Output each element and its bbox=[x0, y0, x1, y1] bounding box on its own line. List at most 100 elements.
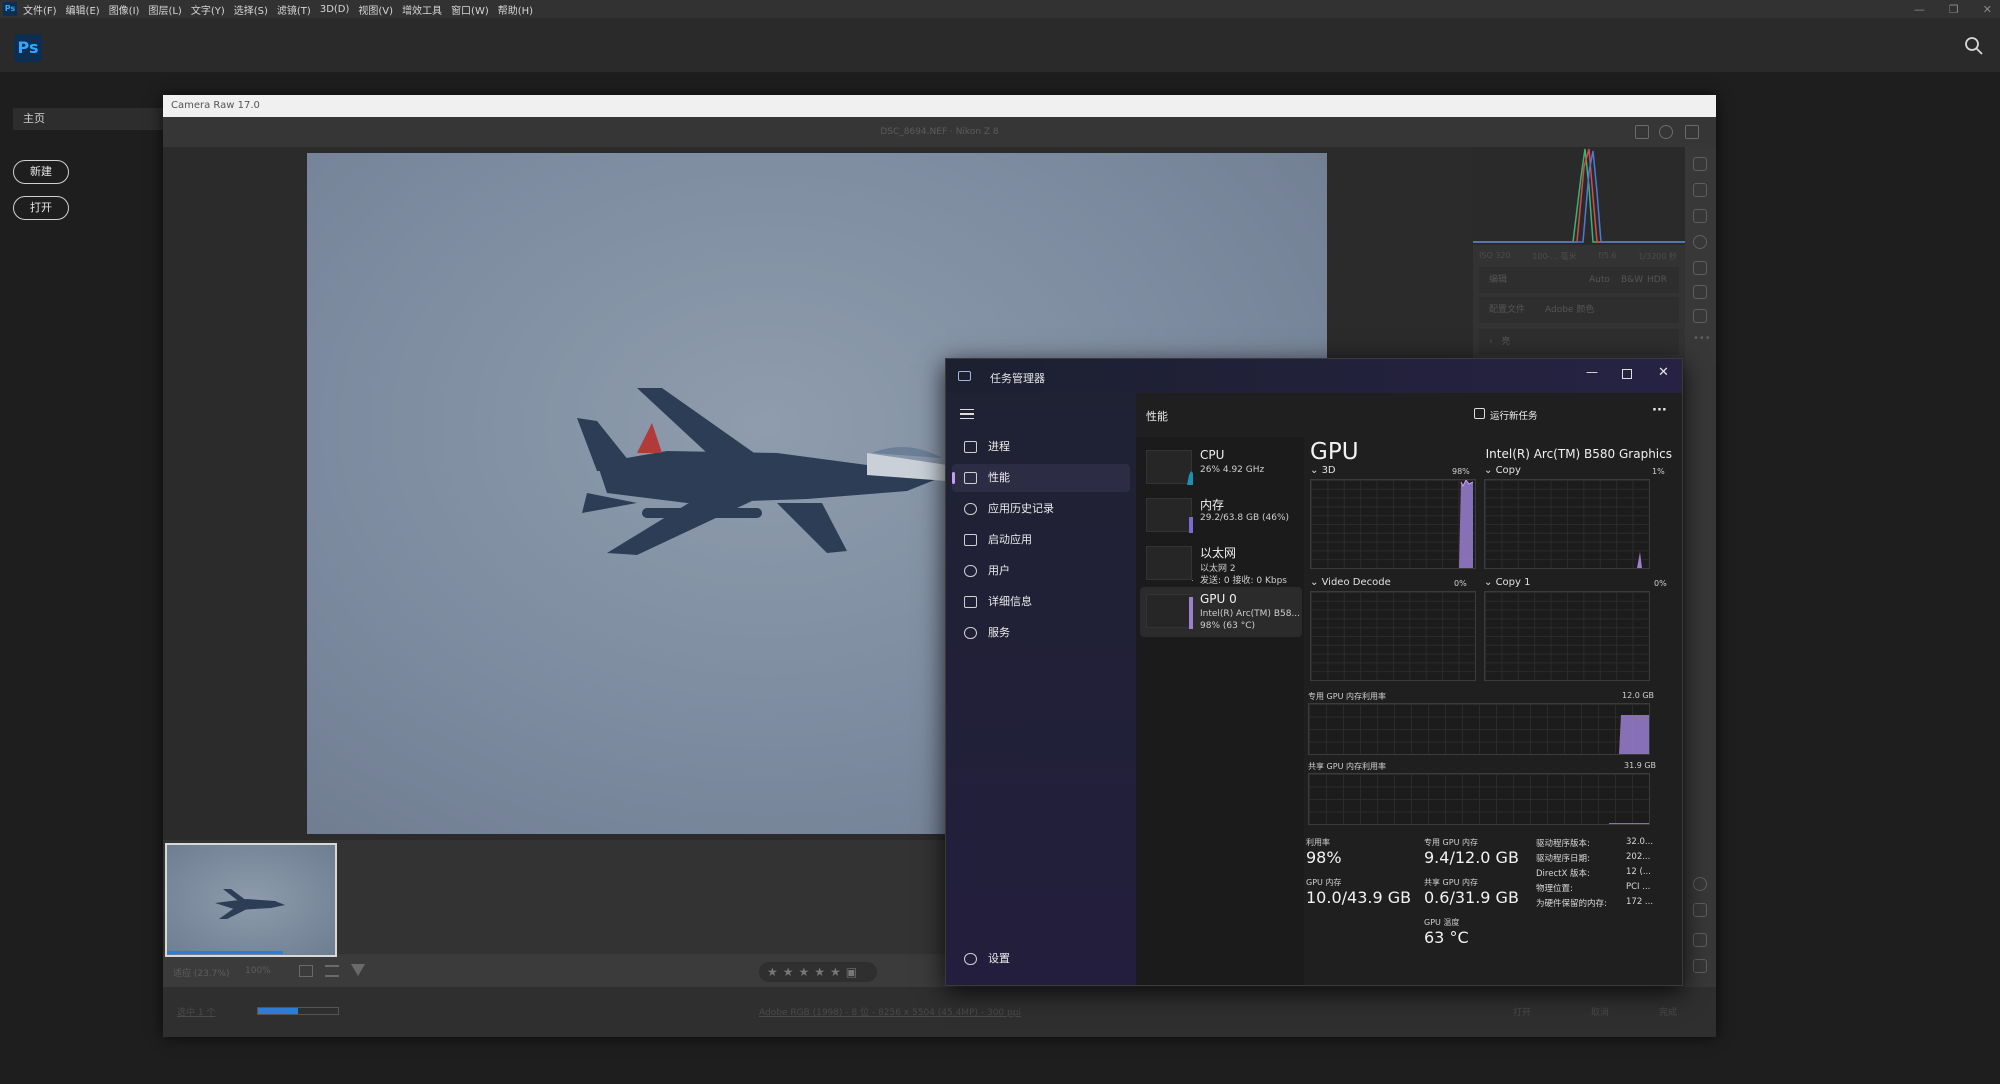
resource-gpu0[interactable]: GPU 0 Intel(R) Arc(TM) B58... 98% (63 °C… bbox=[1140, 587, 1302, 637]
engine-copy1-label[interactable]: ⌄ Copy 1 bbox=[1484, 577, 1530, 588]
crop-icon[interactable] bbox=[1693, 183, 1707, 197]
task-manager-app-icon bbox=[958, 371, 971, 381]
menu-help[interactable]: 帮助(H) bbox=[498, 2, 533, 17]
menu-window[interactable]: 窗口(W) bbox=[451, 2, 489, 17]
nav-app-history[interactable]: 应用历史记录 bbox=[952, 495, 1130, 523]
nav-users-label: 用户 bbox=[988, 564, 1010, 577]
resource-memory[interactable]: 内存 29.2/63.8 GB (46%) bbox=[1140, 491, 1302, 541]
hand-icon[interactable] bbox=[1693, 903, 1707, 917]
zoom-fit-label[interactable]: 适应 (23.7%) bbox=[173, 966, 229, 979]
maximize-icon[interactable] bbox=[1622, 369, 1632, 379]
driver-version-key: 驱动程序版本: bbox=[1536, 839, 1590, 849]
minimize-icon[interactable]: — bbox=[1586, 365, 1598, 379]
nav-performance[interactable]: 性能 bbox=[952, 464, 1130, 492]
nav-services[interactable]: 服务 bbox=[952, 619, 1130, 647]
run-new-task-icon bbox=[1474, 408, 1485, 419]
menu-image[interactable]: 图像(I) bbox=[109, 2, 140, 17]
new-button[interactable]: 新建 bbox=[13, 160, 69, 184]
profile-row[interactable]: 配置文件 Adobe 颜色 bbox=[1479, 297, 1679, 323]
fullscreen-icon[interactable] bbox=[1685, 125, 1699, 139]
snapshots-icon[interactable] bbox=[1693, 285, 1707, 299]
heal-icon[interactable] bbox=[1693, 209, 1707, 223]
dedicated-gpu-mem-label: 专用 GPU 内存 bbox=[1424, 838, 1478, 847]
memory-mini-graph bbox=[1146, 498, 1193, 533]
nav-users[interactable]: 用户 bbox=[952, 557, 1130, 585]
gpu-temp-label: GPU 温度 bbox=[1424, 918, 1460, 927]
menu-type[interactable]: 文字(Y) bbox=[191, 2, 225, 17]
engine-video-decode-label[interactable]: ⌄ Video Decode bbox=[1310, 577, 1391, 588]
engine-copy1-pct: 0% bbox=[1654, 579, 1667, 588]
resource-list: CPU 26% 4.92 GHz 内存 29.2/63.8 GB (46%) 以… bbox=[1136, 437, 1304, 985]
home-nav-item[interactable]: 主页 bbox=[13, 108, 163, 130]
ethernet-mini-graph bbox=[1146, 546, 1193, 581]
menu-file[interactable]: 文件(F) bbox=[23, 2, 57, 17]
edit-sliders-icon[interactable] bbox=[1693, 157, 1707, 171]
workflow-options-link[interactable]: Adobe RGB (1998) - 8 位 - 8256 x 5504 (45… bbox=[759, 1005, 1021, 1018]
utilization-label: 利用率 bbox=[1306, 838, 1330, 847]
cpu-stats: 26% 4.92 GHz bbox=[1200, 465, 1265, 475]
ethernet-throughput: 发送: 0 接收: 0 Kbps bbox=[1200, 576, 1287, 586]
menu-view[interactable]: 视图(V) bbox=[358, 2, 393, 17]
edit-section[interactable]: 编辑 Auto B&W HDR bbox=[1479, 267, 1679, 293]
nav-startup[interactable]: 启动应用 bbox=[952, 526, 1130, 554]
nav-settings[interactable]: 设置 bbox=[952, 945, 1130, 973]
open-image-button[interactable]: 打开 bbox=[1513, 1005, 1531, 1018]
menu-edit[interactable]: 编辑(E) bbox=[66, 2, 100, 17]
star-rating[interactable]: ★★★★★▣ bbox=[759, 962, 877, 982]
mask-icon[interactable] bbox=[1693, 235, 1707, 249]
nav-processes[interactable]: 进程 bbox=[952, 433, 1130, 461]
restore-icon[interactable]: ❐ bbox=[1949, 3, 1959, 16]
engine-3d-label[interactable]: ⌄ 3D bbox=[1310, 465, 1336, 476]
menu-select[interactable]: 选择(S) bbox=[234, 2, 268, 17]
more-icon[interactable]: ••• bbox=[1693, 333, 1711, 347]
thumbnail-jet-image bbox=[215, 889, 285, 919]
engine-video-decode-pct: 0% bbox=[1454, 579, 1467, 588]
color-sampler-icon[interactable] bbox=[1693, 933, 1707, 947]
hamburger-menu-icon[interactable] bbox=[960, 409, 974, 419]
save-icon[interactable] bbox=[1635, 125, 1649, 139]
progress-bar bbox=[257, 1007, 339, 1015]
sort-icon[interactable] bbox=[325, 965, 339, 977]
gear-icon[interactable] bbox=[1659, 125, 1673, 139]
engine-copy-label[interactable]: ⌄ Copy bbox=[1484, 465, 1521, 476]
dedicated-gpu-mem-value: 9.4/12.0 GB bbox=[1424, 848, 1519, 867]
trash-icon[interactable]: ▣ bbox=[846, 965, 857, 979]
grid-icon[interactable] bbox=[1693, 959, 1707, 973]
zoom-icon[interactable] bbox=[1693, 877, 1707, 891]
bw-button[interactable]: B&W bbox=[1621, 267, 1643, 293]
filmstrip-view-icon[interactable] bbox=[299, 965, 313, 977]
done-button[interactable]: 完成 bbox=[1659, 1005, 1677, 1018]
search-icon[interactable] bbox=[1964, 36, 1984, 56]
close-icon[interactable]: ✕ bbox=[1658, 365, 1669, 380]
hdr-button[interactable]: HDR bbox=[1647, 267, 1667, 293]
resource-ethernet[interactable]: 以太网 以太网 2 发送: 0 接收: 0 Kbps bbox=[1140, 539, 1302, 589]
gpu-mini-graph bbox=[1146, 594, 1193, 629]
auto-button[interactable]: Auto bbox=[1589, 267, 1610, 293]
minimize-icon[interactable]: — bbox=[1914, 3, 1925, 16]
profile-label: 配置文件 bbox=[1489, 305, 1526, 315]
menu-plugins[interactable]: 增效工具 bbox=[402, 2, 442, 17]
filmstrip-thumbnail[interactable] bbox=[165, 843, 337, 957]
close-icon[interactable]: ✕ bbox=[1983, 3, 1992, 16]
cpu-mini-graph bbox=[1146, 450, 1193, 485]
open-button[interactable]: 打开 bbox=[13, 196, 69, 220]
zoom-100-label[interactable]: 100% bbox=[245, 966, 271, 976]
dedicated-memory-graph bbox=[1308, 703, 1650, 755]
resource-cpu[interactable]: CPU 26% 4.92 GHz bbox=[1140, 443, 1302, 493]
run-new-task-button[interactable]: 运行新任务 bbox=[1490, 408, 1538, 422]
menu-filter[interactable]: 滤镜(T) bbox=[277, 2, 311, 17]
menu-layer[interactable]: 图层(L) bbox=[148, 2, 181, 17]
redeye-icon[interactable] bbox=[1693, 261, 1707, 275]
nav-details[interactable]: 详细信息 bbox=[952, 588, 1130, 616]
filter-icon[interactable] bbox=[351, 964, 365, 976]
profile-select[interactable]: Adobe 颜色 bbox=[1545, 297, 1594, 323]
menu-3d[interactable]: 3D(D) bbox=[320, 4, 350, 15]
cancel-button[interactable]: 取消 bbox=[1591, 1005, 1609, 1018]
services-icon bbox=[964, 627, 977, 639]
more-options-icon[interactable]: ··· bbox=[1652, 403, 1667, 418]
performance-icon bbox=[964, 472, 977, 484]
presets-icon[interactable] bbox=[1693, 309, 1707, 323]
light-section[interactable]: › 亮 bbox=[1479, 329, 1679, 355]
engine-copy1-name: Copy 1 bbox=[1495, 577, 1531, 588]
edit-label: 编辑 bbox=[1489, 275, 1508, 285]
